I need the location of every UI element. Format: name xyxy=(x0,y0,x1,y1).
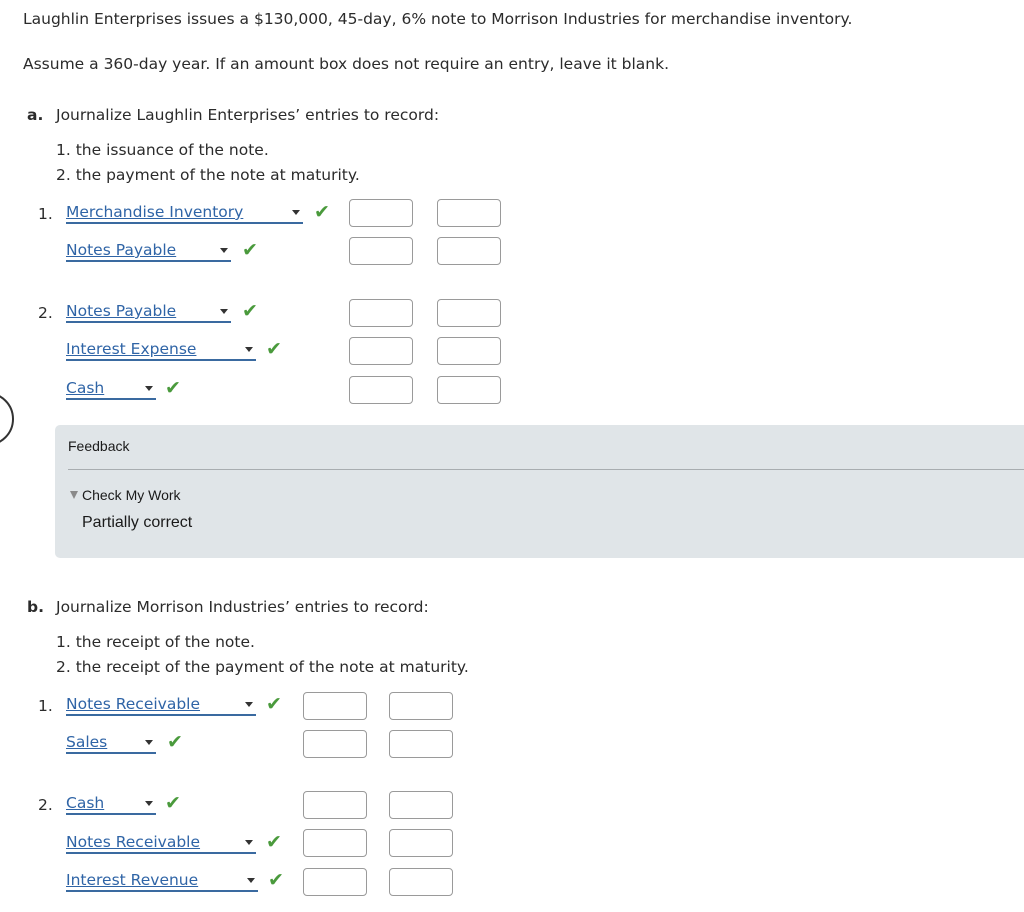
account-select-value: Interest Revenue xyxy=(66,871,199,889)
caret-down-icon xyxy=(292,210,300,215)
account-select[interactable]: Sales xyxy=(66,732,156,754)
part-a-instruction: Journalize Laughlin Enterprises’ entries… xyxy=(56,106,440,124)
part-b-instruction: Journalize Morrison Industries’ entries … xyxy=(56,598,429,616)
debit-input[interactable] xyxy=(349,237,413,265)
caret-down-icon xyxy=(220,309,228,314)
part-a-item-2: 2. the payment of the note at maturity. xyxy=(56,166,360,184)
caret-down-icon xyxy=(145,740,153,745)
debit-input[interactable] xyxy=(303,868,367,896)
correct-check-icon: ✔ xyxy=(165,377,181,399)
account-select-value: Notes Payable xyxy=(66,302,177,320)
part-b-item-1: 1. the receipt of the note. xyxy=(56,633,255,651)
correct-check-icon: ✔ xyxy=(242,300,258,322)
entry-number: 1. xyxy=(38,205,53,223)
account-select-value: Cash xyxy=(66,794,105,812)
account-select-value: Merchandise Inventory xyxy=(66,203,244,221)
account-select-value: Sales xyxy=(66,733,108,751)
account-select[interactable]: Notes Payable xyxy=(66,301,231,323)
credit-input[interactable] xyxy=(389,791,453,819)
entry-number: 2. xyxy=(38,796,53,814)
entry-number: 2. xyxy=(38,304,53,322)
correct-check-icon: ✔ xyxy=(266,338,282,360)
caret-down-icon xyxy=(245,347,253,352)
debit-input[interactable] xyxy=(303,730,367,758)
debit-input[interactable] xyxy=(303,791,367,819)
debit-input[interactable] xyxy=(303,692,367,720)
credit-input[interactable] xyxy=(437,199,501,227)
part-b-item-2: 2. the receipt of the payment of the not… xyxy=(56,658,469,676)
triangle-down-icon xyxy=(70,491,78,499)
correct-check-icon: ✔ xyxy=(165,792,181,814)
debit-input[interactable] xyxy=(349,376,413,404)
credit-input[interactable] xyxy=(389,868,453,896)
account-select[interactable]: Merchandise Inventory xyxy=(66,202,303,224)
credit-input[interactable] xyxy=(389,692,453,720)
caret-down-icon xyxy=(220,248,228,253)
account-select[interactable]: Notes Receivable xyxy=(66,694,256,716)
caret-down-icon xyxy=(245,702,253,707)
entry-number: 1. xyxy=(38,697,53,715)
account-select[interactable]: Interest Expense xyxy=(66,339,256,361)
credit-input[interactable] xyxy=(389,829,453,857)
caret-down-icon xyxy=(247,878,255,883)
correct-check-icon: ✔ xyxy=(268,869,284,891)
account-select-value: Notes Receivable xyxy=(66,833,201,851)
credit-input[interactable] xyxy=(437,337,501,365)
correct-check-icon: ✔ xyxy=(167,731,183,753)
feedback-title: Feedback xyxy=(68,438,130,454)
account-select-value: Interest Expense xyxy=(66,340,197,358)
debit-input[interactable] xyxy=(349,199,413,227)
credit-input[interactable] xyxy=(437,376,501,404)
account-select[interactable]: Cash xyxy=(66,378,156,400)
account-select[interactable]: Notes Receivable xyxy=(66,832,256,854)
account-select[interactable]: Notes Payable xyxy=(66,240,231,262)
account-select[interactable]: Cash xyxy=(66,793,156,815)
account-select-value: Cash xyxy=(66,379,105,397)
account-select-value: Notes Receivable xyxy=(66,695,201,713)
instructions: Assume a 360-day year. If an amount box … xyxy=(23,55,670,73)
correct-check-icon: ✔ xyxy=(266,831,282,853)
credit-input[interactable] xyxy=(389,730,453,758)
problem-statement: Laughlin Enterprises issues a $130,000, … xyxy=(23,10,853,28)
debit-input[interactable] xyxy=(303,829,367,857)
feedback-result: Partially correct xyxy=(82,514,193,531)
caret-down-icon xyxy=(145,801,153,806)
account-select-value: Notes Payable xyxy=(66,241,177,259)
correct-check-icon: ✔ xyxy=(266,693,282,715)
feedback-panel: Feedback Check My Work Partially correct xyxy=(55,425,1024,558)
account-select[interactable]: Interest Revenue xyxy=(66,870,258,892)
caret-down-icon xyxy=(145,386,153,391)
part-b-letter: b. xyxy=(27,598,44,616)
feedback-divider xyxy=(68,469,1024,470)
debit-input[interactable] xyxy=(349,299,413,327)
correct-check-icon: ✔ xyxy=(242,239,258,261)
part-a-item-1: 1. the issuance of the note. xyxy=(56,141,269,159)
check-my-work-label: Check My Work xyxy=(82,487,181,503)
debit-input[interactable] xyxy=(349,337,413,365)
caret-down-icon xyxy=(245,840,253,845)
part-a-letter: a. xyxy=(27,106,44,124)
credit-input[interactable] xyxy=(437,299,501,327)
partial-circle-decoration xyxy=(0,392,14,446)
correct-check-icon: ✔ xyxy=(314,201,330,223)
credit-input[interactable] xyxy=(437,237,501,265)
